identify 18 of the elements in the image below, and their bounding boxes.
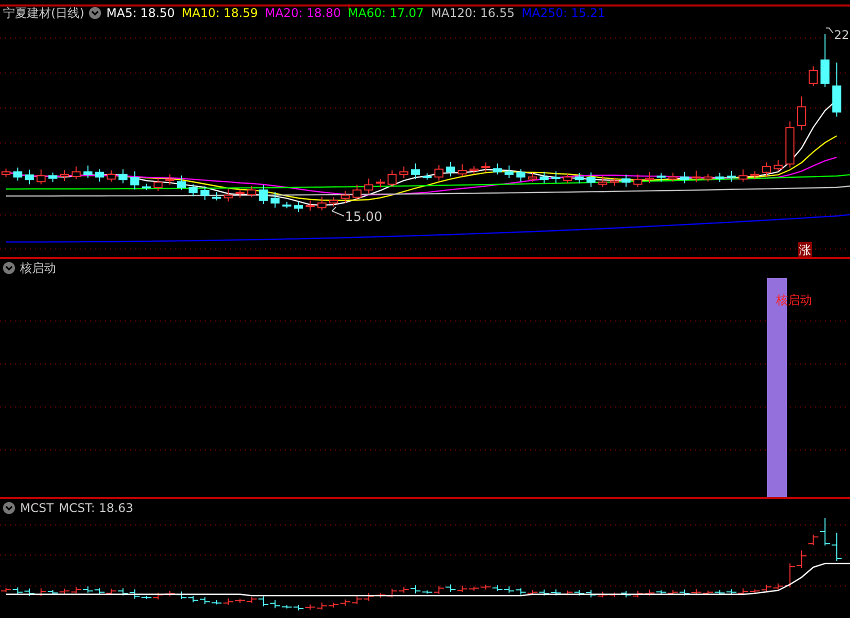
chevron-down-icon[interactable] — [3, 502, 15, 514]
panel-title: 核启动 — [20, 260, 56, 277]
chevron-down-icon[interactable] — [89, 7, 102, 19]
chevron-down-icon[interactable] — [3, 262, 15, 274]
indicator-value: MA10: 18.59 — [182, 5, 258, 22]
leader-line — [826, 28, 834, 34]
leader-line — [332, 206, 344, 216]
indicator-value: MCST: 18.63 — [58, 500, 134, 517]
indicator-value: MA250: 15.21 — [522, 5, 606, 22]
indicator-value: MA5: 18.50 — [106, 5, 175, 22]
high-price-label: 22 — [834, 28, 850, 42]
chart-title: 宁夏建材(日线) — [3, 5, 84, 22]
rise-badge: 涨 — [798, 242, 812, 257]
indicator-value: MA120: 16.55 — [430, 5, 515, 22]
indicator-value: MA60: 17.07 — [348, 5, 424, 22]
indicator-value: MA20: 18.80 — [264, 5, 341, 22]
low-price-label: 15.00 — [345, 210, 382, 225]
panel-title: MCST — [20, 500, 54, 517]
